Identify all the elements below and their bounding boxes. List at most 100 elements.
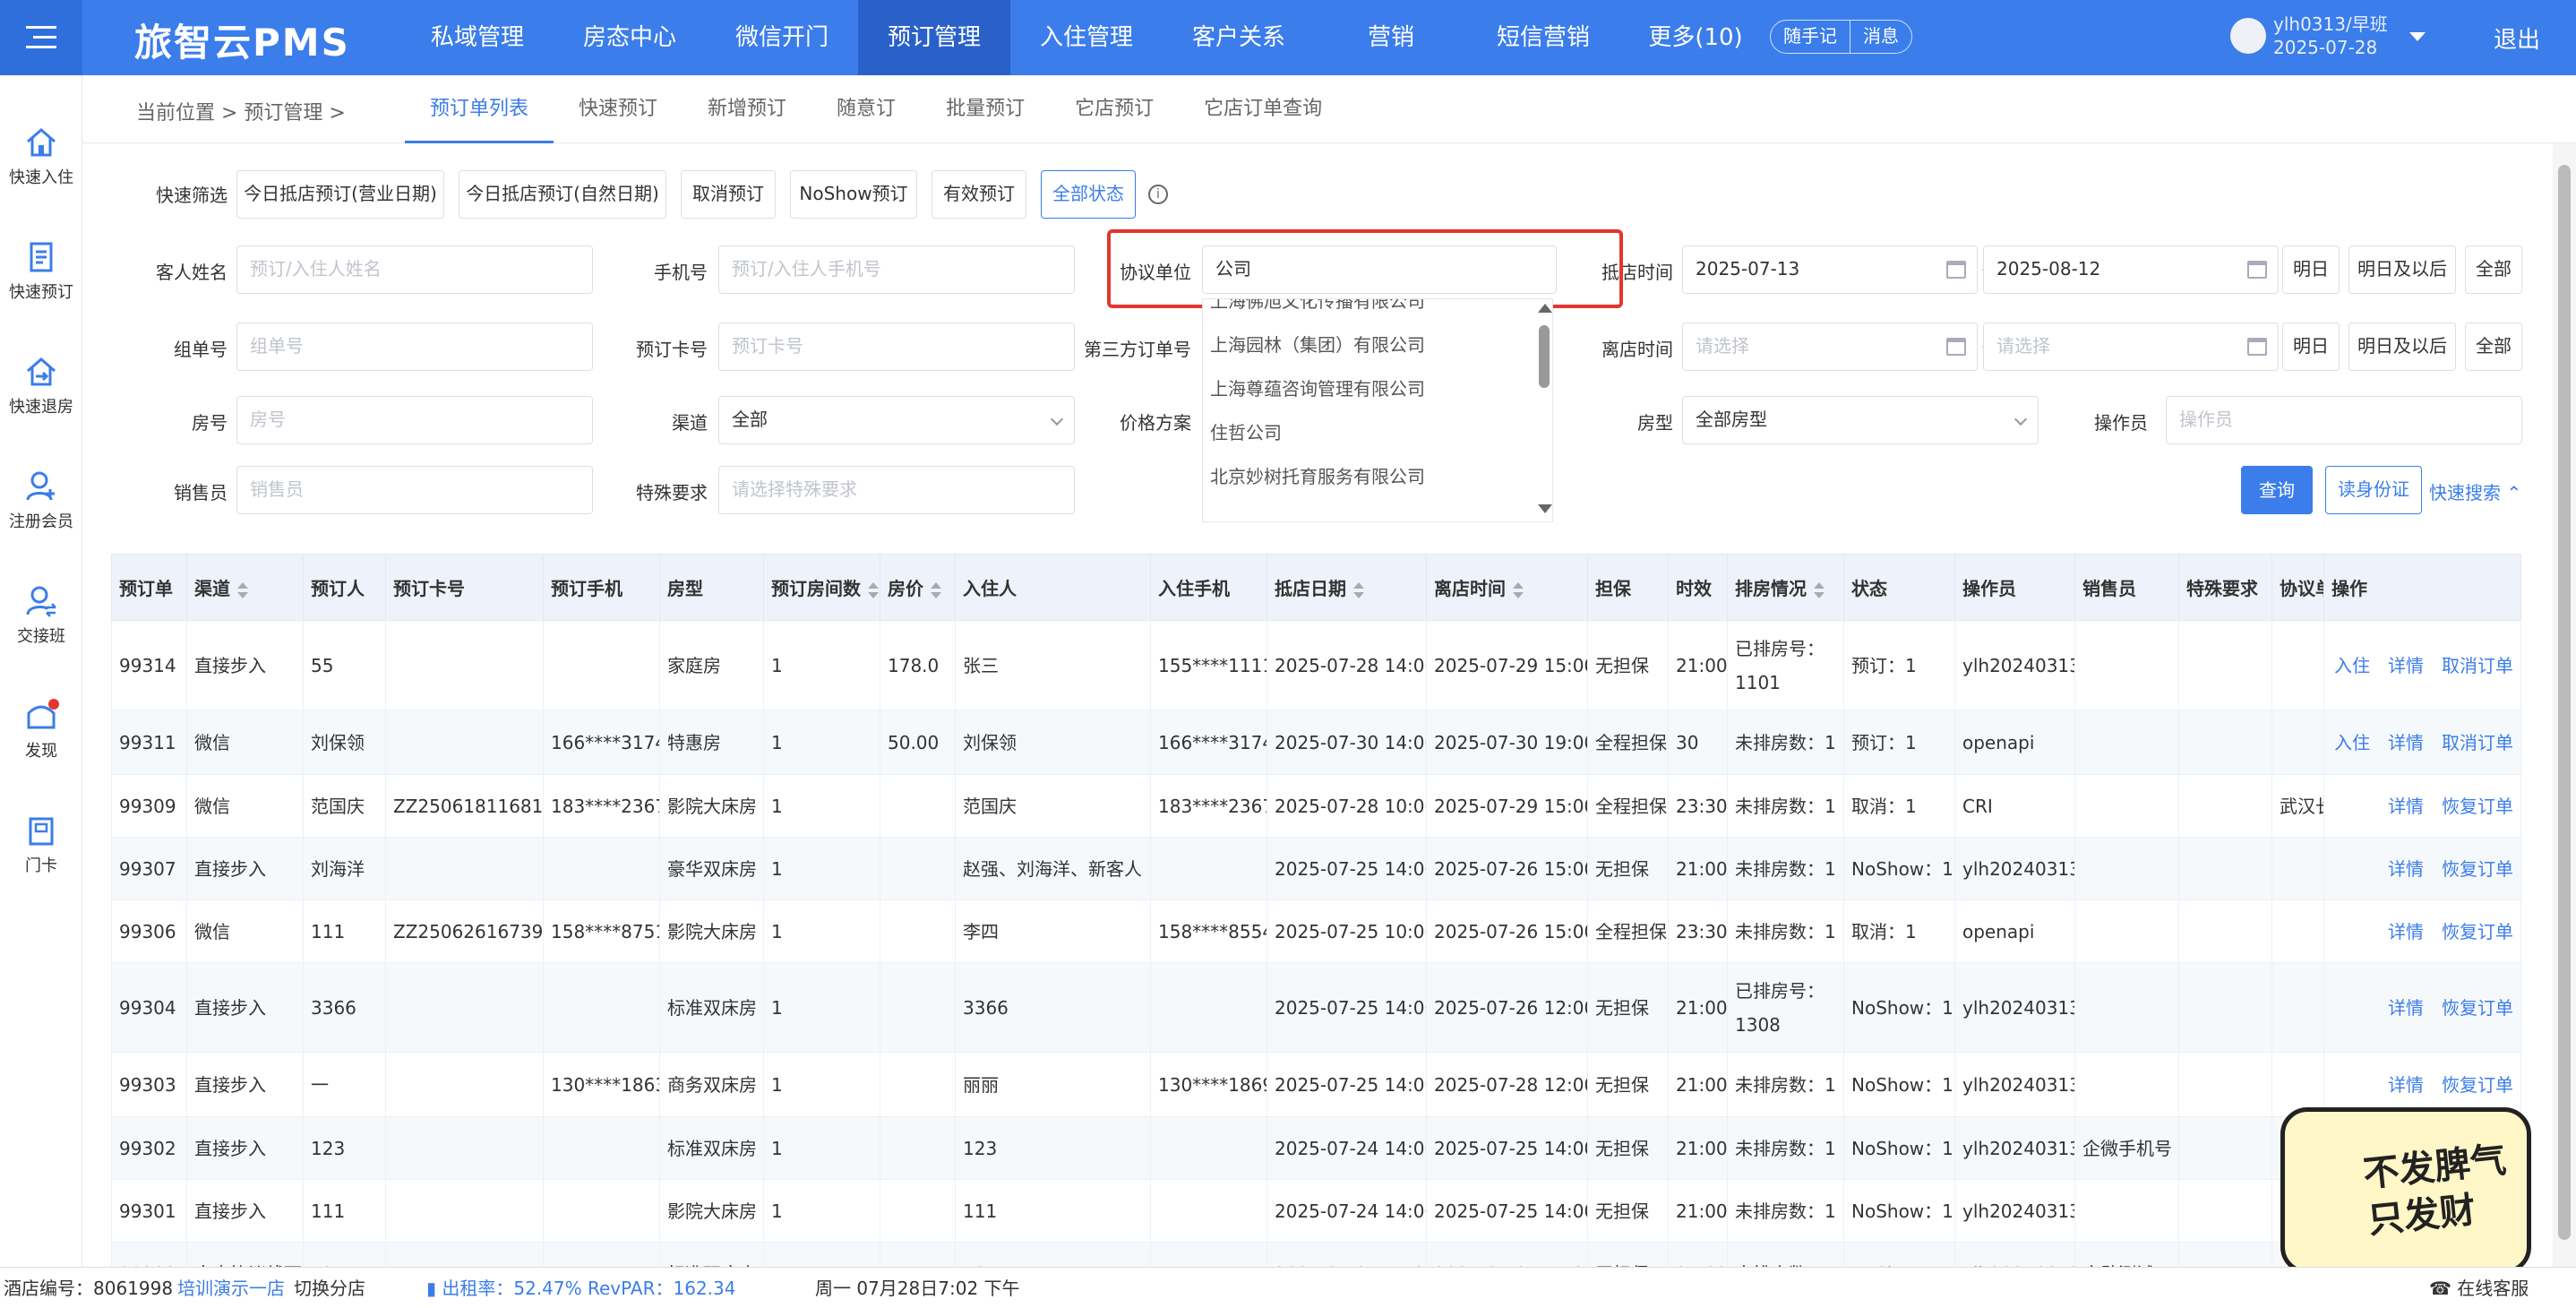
sort-icon[interactable] — [237, 581, 248, 598]
filter-noshow[interactable]: NoShow预订 — [790, 170, 917, 219]
sidebar-quick-reserve[interactable]: 快速预订 — [0, 240, 82, 303]
row-action-link[interactable]: 恢复订单 — [2442, 921, 2513, 942]
column-header[interactable]: 房价 — [880, 554, 956, 621]
row-action-link[interactable]: 详情 — [2388, 732, 2424, 753]
filter-all-status[interactable]: 全部状态 — [1041, 170, 1136, 219]
row-action-link[interactable]: 恢复订单 — [2442, 858, 2513, 880]
row-action-link[interactable]: 详情 — [2388, 997, 2424, 1019]
nav-crm[interactable]: 客户关系 — [1163, 0, 1315, 75]
sidebar-shift-handover[interactable]: 交接班 — [0, 584, 82, 647]
tab-quick-reserve[interactable]: 快速预订 — [554, 75, 683, 143]
nav-wechat-door[interactable]: 微信开门 — [706, 0, 858, 75]
nav-reservation[interactable]: 预订管理 — [858, 0, 1010, 75]
departure-tomorrow-button[interactable]: 明日 — [2282, 323, 2340, 371]
column-header[interactable]: 渠道 — [186, 554, 304, 621]
scroll-down-icon[interactable] — [1538, 504, 1552, 513]
column-header[interactable]: 预订房间数 — [763, 554, 880, 621]
sort-icon[interactable] — [868, 581, 879, 598]
hotel-name-link[interactable]: 培训演示一店 — [177, 1268, 285, 1308]
filter-cancelled[interactable]: 取消预订 — [681, 170, 776, 219]
arrival-tomorrow-after-button[interactable]: 明日及以后 — [2348, 245, 2456, 294]
dropdown-option[interactable]: 北京妙树托育服务有限公司 — [1203, 455, 1552, 499]
tab-casual-reserve[interactable]: 随意订 — [811, 75, 921, 143]
departure-tomorrow-after-button[interactable]: 明日及以后 — [2348, 323, 2456, 371]
column-header[interactable]: 排房情况 — [1727, 554, 1844, 621]
sidebar-discover[interactable]: 发现 — [0, 699, 82, 762]
filter-valid[interactable]: 有效预订 — [932, 170, 1026, 219]
filter-today-natural[interactable]: 今日抵店预订(自然日期) — [459, 170, 666, 219]
card-no-input[interactable]: 预订卡号 — [718, 323, 1075, 371]
row-action-link[interactable]: 取消订单 — [2442, 732, 2513, 753]
column-header: 协议单 — [2271, 554, 2324, 621]
row-action-link[interactable]: 入住 — [2334, 732, 2370, 753]
filter-today-business[interactable]: 今日抵店预订(营业日期) — [236, 170, 444, 219]
nav-more[interactable]: 更多(10) — [1619, 0, 1772, 75]
guest-name-input[interactable]: 预订/入住人姓名 — [236, 245, 593, 294]
arrival-to-input[interactable]: 2025-08-12 — [1983, 245, 2279, 294]
quick-search-toggle[interactable]: 快速搜索 ⌃ — [2429, 478, 2521, 504]
nav-sms[interactable]: 短信营销 — [1467, 0, 1619, 75]
sidebar-quick-checkout[interactable]: 快速退房 — [0, 355, 82, 417]
row-action-link[interactable]: 详情 — [2388, 655, 2424, 676]
row-action-link[interactable]: 详情 — [2388, 921, 2424, 942]
notes-button[interactable]: 随手记 — [1771, 21, 1850, 53]
dropdown-option[interactable]: 住哲公司 — [1203, 411, 1552, 455]
salesperson-input[interactable]: 销售员 — [236, 466, 593, 514]
departure-all-button[interactable]: 全部 — [2465, 323, 2522, 371]
arrival-tomorrow-button[interactable]: 明日 — [2282, 245, 2340, 294]
dropdown-option[interactable]: 上海佛旭文化传播有限公司 — [1203, 299, 1552, 323]
row-action-link[interactable]: 详情 — [2388, 858, 2424, 880]
sidebar-register-member[interactable]: 注册会员 — [0, 469, 82, 532]
caret-down-icon[interactable] — [2409, 32, 2426, 41]
tab-other-store-reserve[interactable]: 它店预订 — [1050, 75, 1179, 143]
logout-button[interactable]: 退出 — [2494, 22, 2540, 55]
row-action-link[interactable]: 恢复订单 — [2442, 796, 2513, 817]
scroll-up-icon[interactable] — [1538, 304, 1552, 313]
read-id-button[interactable]: 读身份证 — [2325, 466, 2422, 514]
departure-from-input[interactable]: 请选择 — [1682, 323, 1978, 371]
tab-other-store-query[interactable]: 它店订单查询 — [1179, 75, 1347, 143]
operator-input[interactable]: 操作员 — [2166, 396, 2522, 444]
arrival-all-button[interactable]: 全部 — [2465, 245, 2522, 294]
user-menu[interactable]: ylh0313/早班 2025-07-28 — [2230, 13, 2388, 59]
nav-marketing[interactable]: 营销 — [1315, 0, 1467, 75]
special-select[interactable]: 请选择特殊要求 — [718, 466, 1075, 514]
tab-new-reserve[interactable]: 新增预订 — [683, 75, 811, 143]
switch-store-button[interactable]: 切换分店 — [294, 1268, 365, 1308]
group-no-input[interactable]: 组单号 — [236, 323, 593, 371]
room-type-select[interactable]: 全部房型 — [1682, 396, 2039, 444]
sort-icon[interactable] — [1814, 581, 1825, 598]
tab-reservation-list[interactable]: 预订单列表 — [405, 75, 554, 143]
sort-icon[interactable] — [1353, 581, 1364, 598]
info-icon[interactable]: i — [1148, 185, 1168, 204]
online-service-button[interactable]: ☎ 在线客服 — [2429, 1268, 2529, 1308]
row-action-link[interactable]: 恢复订单 — [2442, 1074, 2513, 1096]
arrival-from-input[interactable]: 2025-07-13 — [1682, 245, 1978, 294]
column-header[interactable]: 离店时间 — [1426, 554, 1588, 621]
dropdown-option[interactable]: 上海尊蕴咨询管理有限公司 — [1203, 367, 1552, 411]
sort-icon[interactable] — [1513, 581, 1524, 598]
row-action-link[interactable]: 恢复订单 — [2442, 997, 2513, 1019]
room-no-input[interactable]: 房号 — [236, 396, 593, 444]
column-header[interactable]: 抵店日期 — [1267, 554, 1427, 621]
departure-to-input[interactable]: 请选择 — [1983, 323, 2279, 371]
row-action-link[interactable]: 取消订单 — [2442, 655, 2513, 676]
channel-select[interactable]: 全部 — [718, 396, 1075, 444]
messages-button[interactable]: 消息 — [1850, 21, 1911, 53]
sidebar-room-card[interactable]: 门卡 — [0, 813, 82, 876]
phone-input[interactable]: 预订/入住人手机号 — [718, 245, 1075, 294]
nav-checkin[interactable]: 入住管理 — [1010, 0, 1163, 75]
dropdown-scrollbar[interactable] — [1535, 298, 1553, 522]
row-action-link[interactable]: 详情 — [2388, 1074, 2424, 1096]
nav-room-status[interactable]: 房态中心 — [554, 0, 706, 75]
search-button[interactable]: 查询 — [2241, 466, 2313, 514]
sort-icon[interactable] — [931, 581, 941, 598]
page-scrollbar[interactable] — [2553, 143, 2576, 1267]
dropdown-option[interactable]: 上海园林（集团）有限公司 — [1203, 323, 1552, 367]
sidebar-quick-checkin[interactable]: 快速入住 — [0, 125, 82, 188]
menu-toggle-button[interactable] — [0, 0, 82, 75]
row-action-link[interactable]: 入住 — [2334, 655, 2370, 676]
row-action-link[interactable]: 详情 — [2388, 796, 2424, 817]
nav-private-domain[interactable]: 私域管理 — [401, 0, 554, 75]
tab-batch-reserve[interactable]: 批量预订 — [921, 75, 1050, 143]
